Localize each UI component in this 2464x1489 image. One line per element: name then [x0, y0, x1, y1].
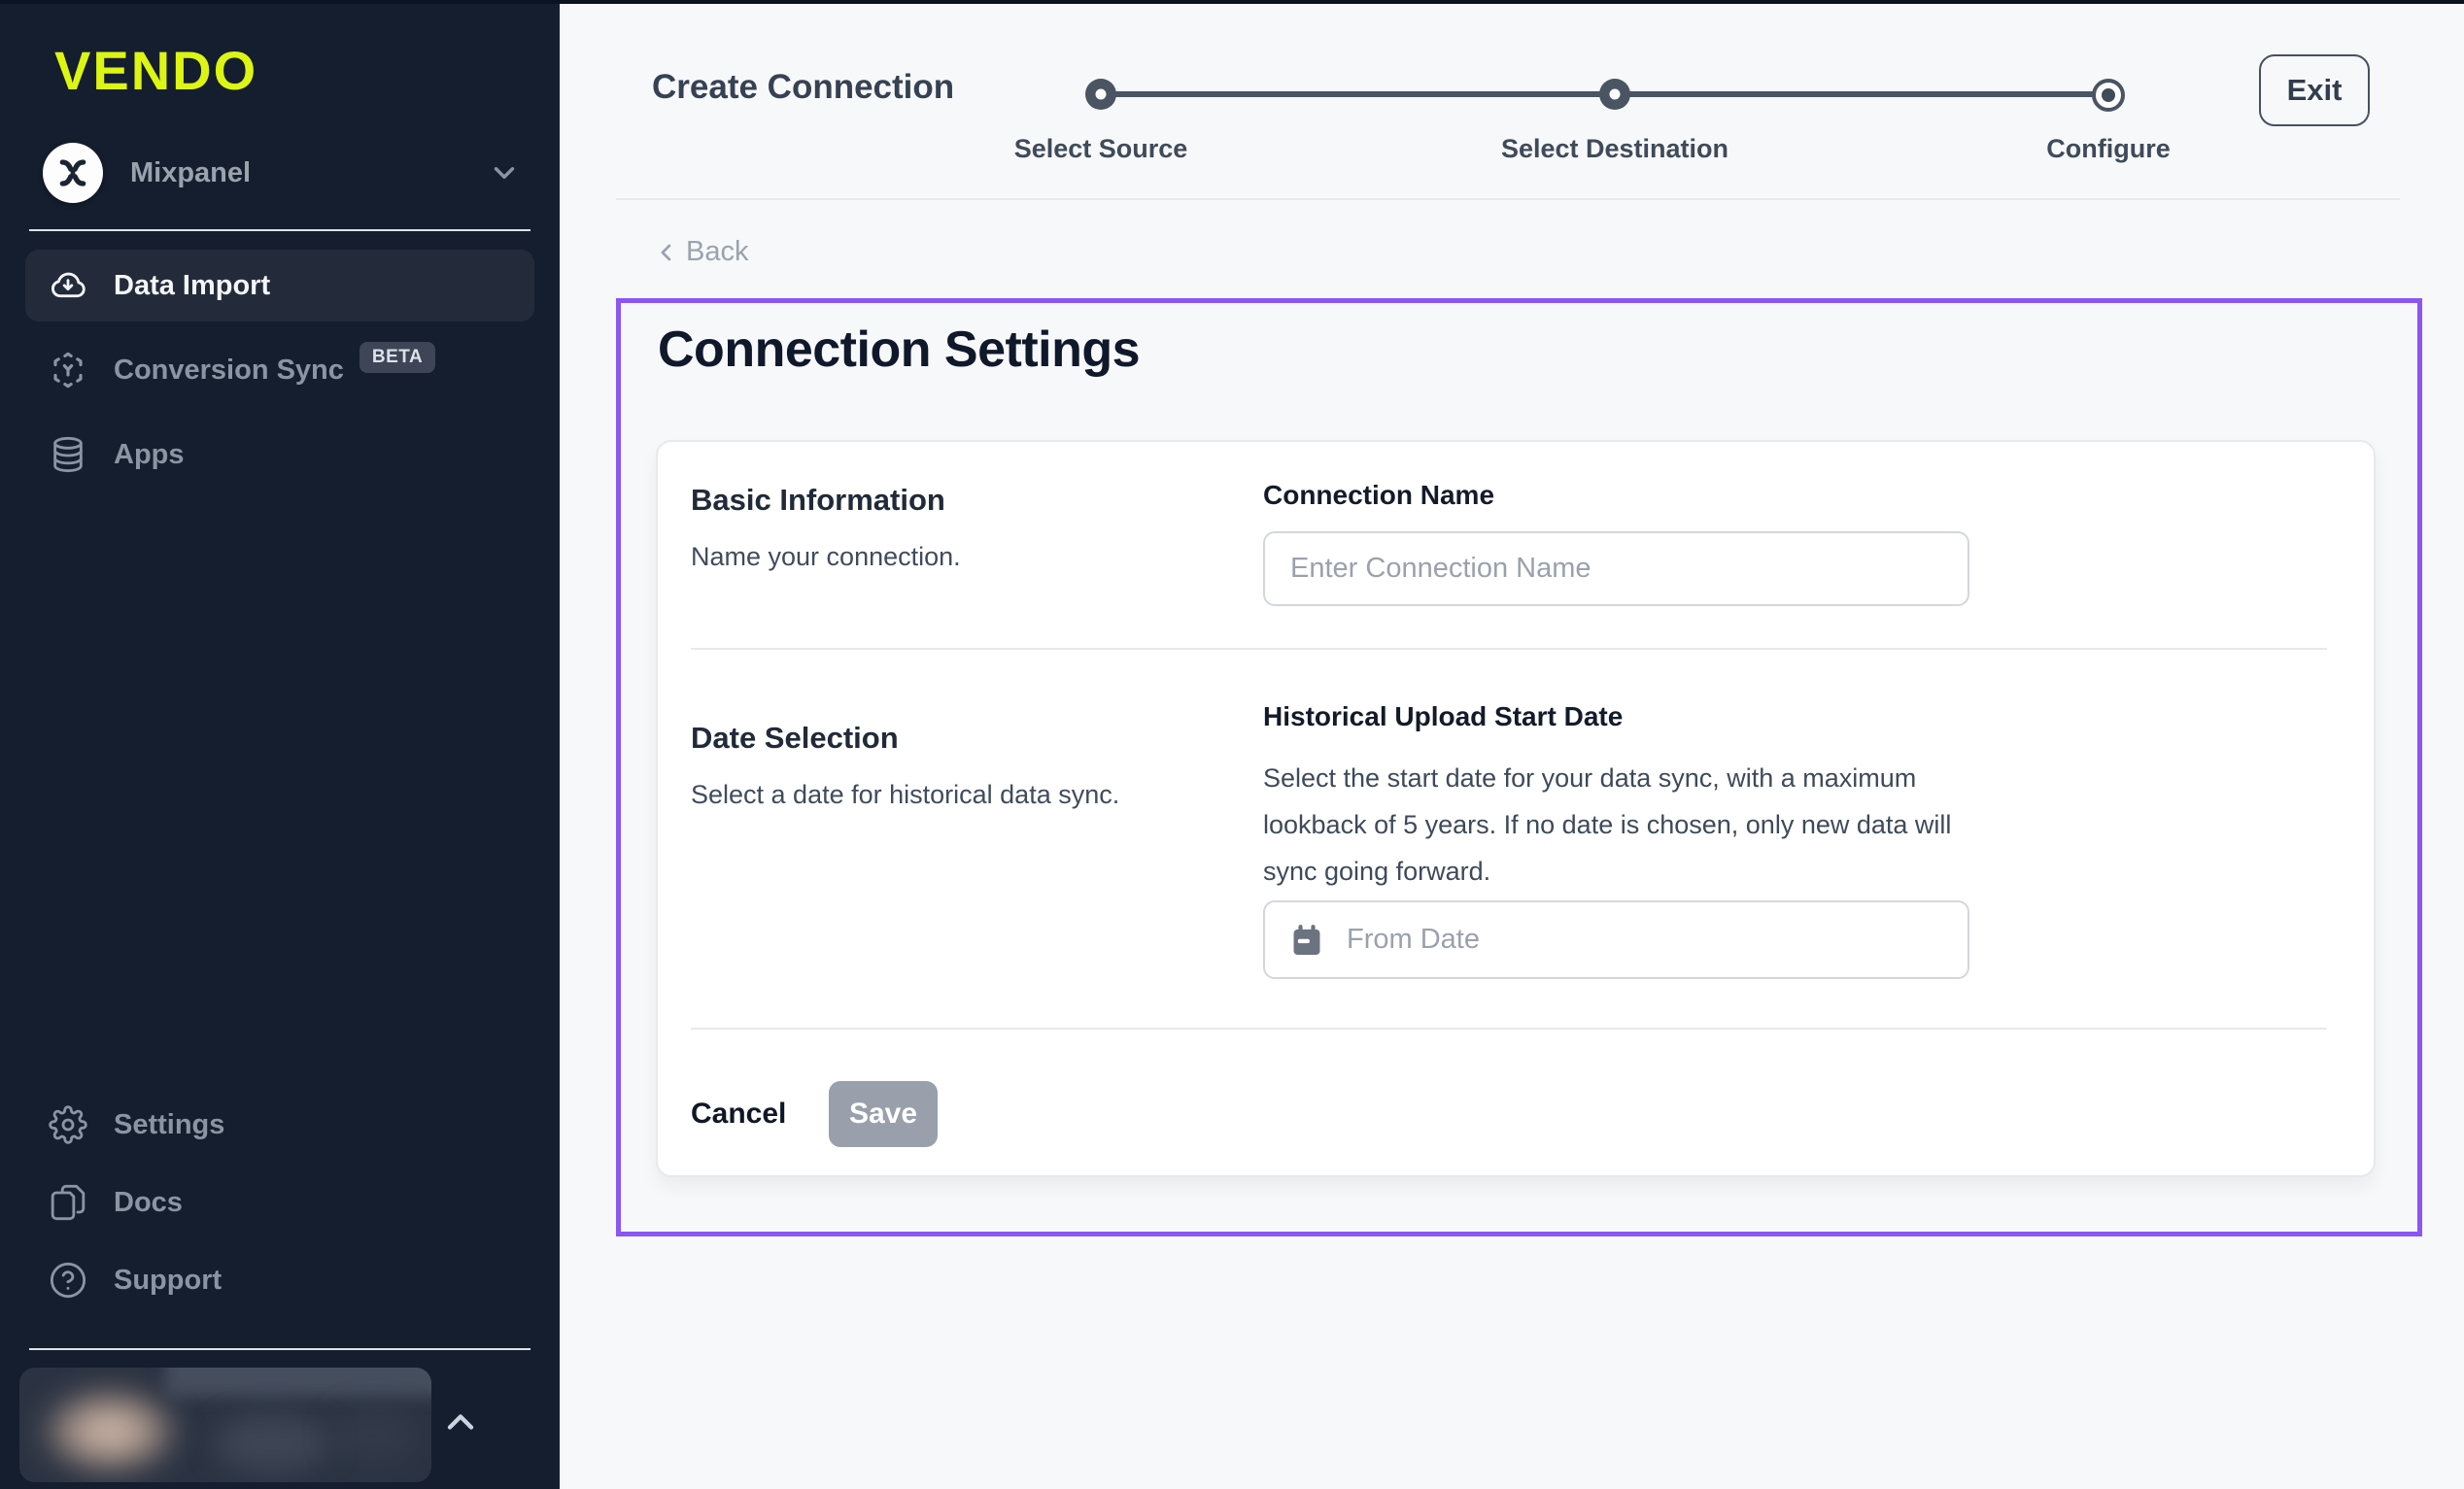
sidebar-item-label: Support — [114, 1265, 222, 1297]
exit-button[interactable]: Exit — [2259, 54, 2370, 126]
cancel-button[interactable]: Cancel — [691, 1081, 786, 1147]
card-divider — [691, 1028, 2327, 1030]
header-divider — [616, 198, 2400, 200]
chevron-left-icon — [653, 239, 680, 266]
gear-icon — [49, 1105, 87, 1144]
date-selection-subtitle: Select a date for historical data sync. — [691, 780, 1119, 810]
sidebar-divider — [29, 1348, 530, 1350]
step-label-select-destination: Select Destination — [1501, 134, 1728, 164]
blurred-user-info — [165, 1368, 431, 1397]
sidebar-footer-nav: Settings Docs Support — [25, 1086, 534, 1319]
sidebar-item-label: Data Import — [114, 270, 270, 302]
step-dot-select-source[interactable] — [1085, 79, 1116, 110]
start-date-description: Select the start date for your data sync… — [1263, 755, 1987, 895]
connection-name-label: Connection Name — [1263, 480, 1494, 511]
start-date-label: Historical Upload Start Date — [1263, 701, 1623, 732]
chevron-up-icon[interactable] — [439, 1401, 482, 1443]
blurred-user-info — [214, 1414, 330, 1472]
sync-arrows-icon — [49, 351, 87, 389]
vendo-logo: Vendo — [54, 39, 257, 102]
workspace-name: Mixpanel — [130, 157, 488, 189]
save-button[interactable]: Save — [829, 1081, 938, 1147]
basic-info-subtitle: Name your connection. — [691, 542, 961, 572]
basic-info-title: Basic Information — [691, 483, 945, 518]
step-label-configure: Configure — [2046, 134, 2171, 164]
card-divider — [691, 648, 2327, 650]
sidebar-divider — [29, 229, 530, 231]
sidebar: Vendo Mixpanel — [0, 0, 560, 1489]
cloud-download-icon — [49, 266, 87, 305]
wizard-title: Create Connection — [652, 68, 954, 107]
back-link[interactable]: Back — [653, 236, 748, 268]
connection-settings-focus-box: Connection Settings Basic Information Na… — [616, 298, 2422, 1236]
blurred-user-info — [330, 1406, 418, 1465]
mixpanel-logo-icon — [43, 143, 103, 203]
sidebar-item-label: Conversion Sync — [114, 355, 344, 387]
back-label: Back — [686, 236, 748, 268]
from-date-field — [1263, 900, 1969, 979]
sidebar-item-data-import[interactable]: Data Import — [25, 250, 534, 321]
sidebar-item-support[interactable]: Support — [25, 1241, 534, 1319]
database-icon — [49, 435, 87, 474]
from-date-input[interactable] — [1263, 900, 1969, 979]
sidebar-item-settings[interactable]: Settings — [25, 1086, 534, 1164]
stepper-connector — [1101, 91, 1615, 97]
connection-name-input[interactable] — [1263, 531, 1969, 606]
sidebar-item-label: Apps — [114, 439, 185, 471]
stepper-connector — [1615, 91, 2108, 97]
sidebar-item-label: Docs — [114, 1187, 183, 1219]
settings-card: Basic Information Name your connection. … — [656, 440, 2376, 1177]
docs-icon — [49, 1183, 87, 1222]
workspace-switcher[interactable]: Mixpanel — [43, 134, 521, 212]
blurred-avatar — [37, 1385, 183, 1477]
chevron-down-icon[interactable] — [488, 156, 521, 189]
sidebar-item-apps[interactable]: Apps — [25, 419, 534, 491]
step-dot-select-destination[interactable] — [1599, 79, 1630, 110]
user-profile-card[interactable] — [19, 1368, 431, 1482]
step-label-select-source: Select Source — [1014, 134, 1188, 164]
sidebar-item-label: Settings — [114, 1109, 224, 1141]
beta-badge: BETA — [359, 342, 435, 373]
page-title: Connection Settings — [658, 319, 1140, 381]
sidebar-item-conversion-sync[interactable]: Conversion Sync BETA — [25, 334, 534, 406]
sidebar-nav: Data Import Conversion Sync BETA — [25, 250, 534, 503]
window-top-border — [0, 0, 2464, 4]
main-content: Create Connection Select Source Select D… — [560, 0, 2464, 1489]
help-icon — [49, 1261, 87, 1300]
date-selection-title: Date Selection — [691, 721, 899, 756]
sidebar-item-docs[interactable]: Docs — [25, 1164, 534, 1241]
step-dot-configure[interactable] — [2092, 79, 2125, 112]
